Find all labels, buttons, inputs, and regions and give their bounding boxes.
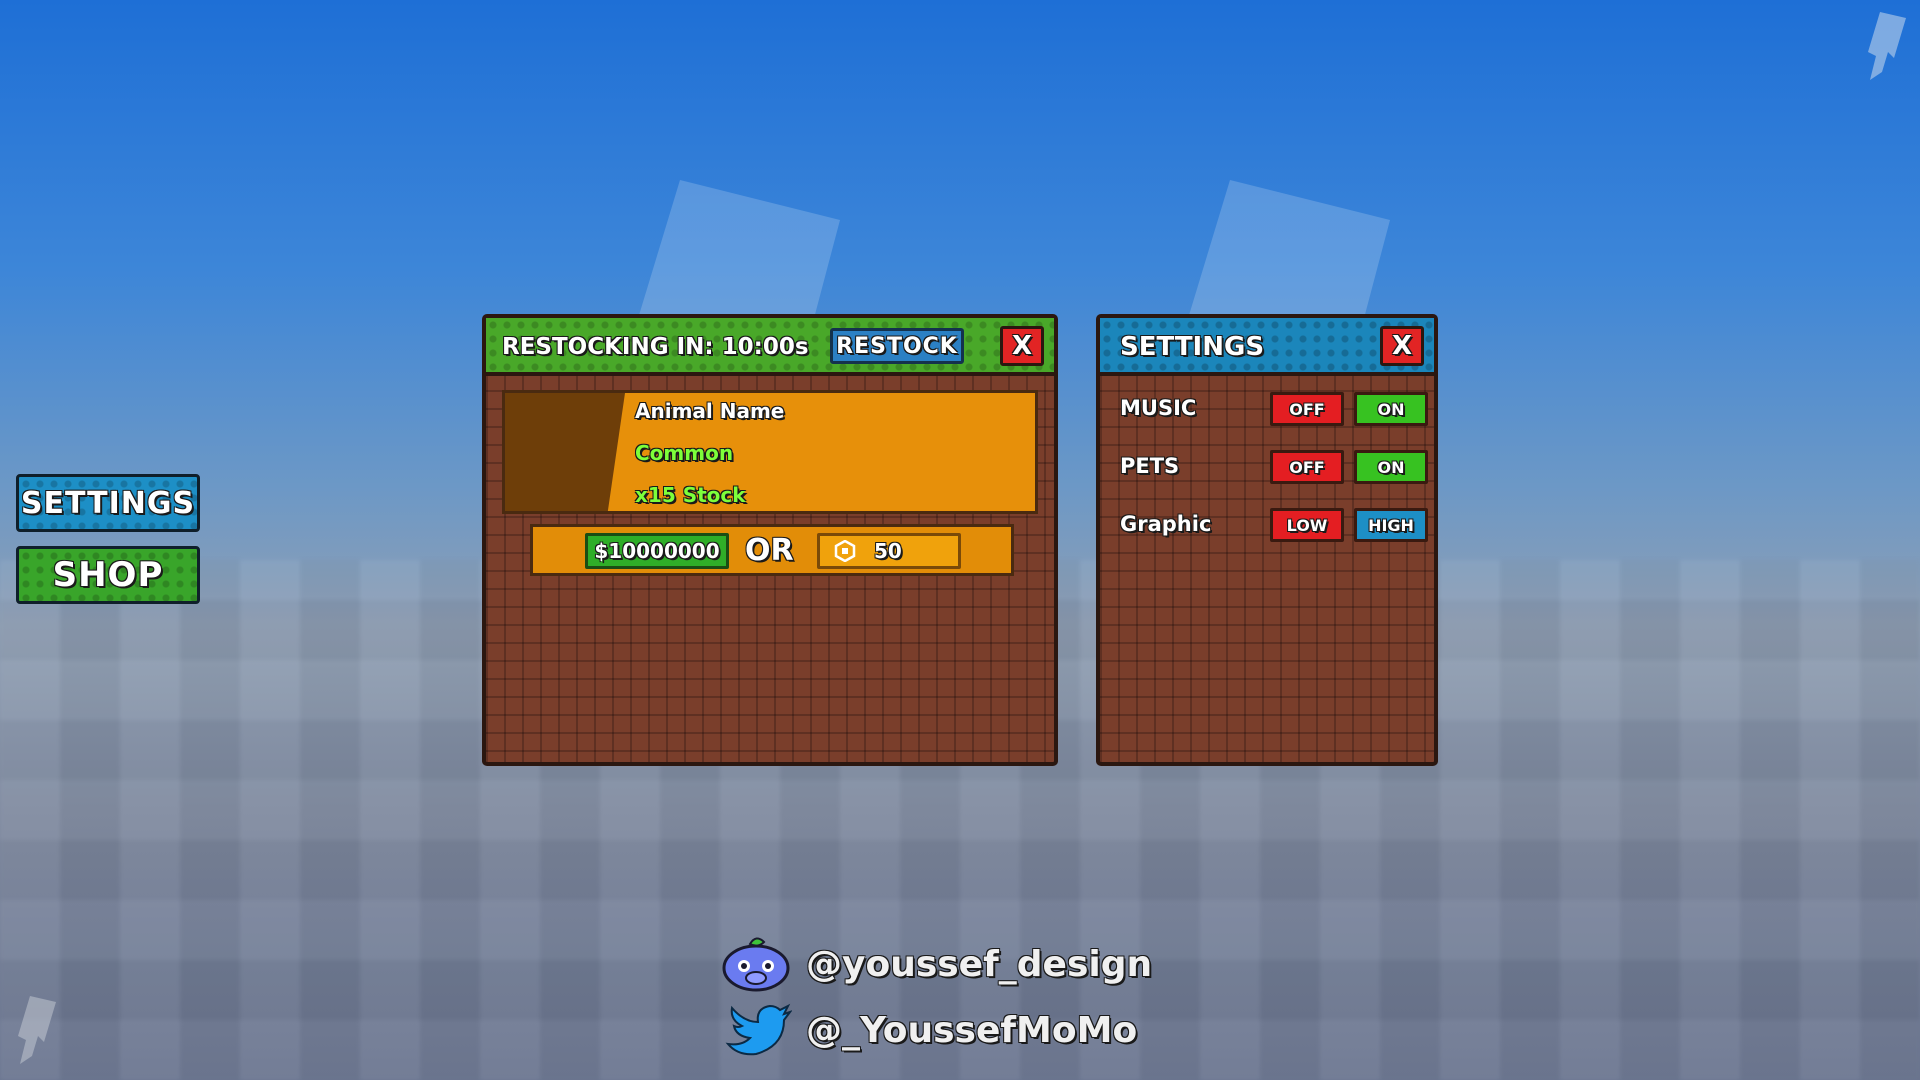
shop-menu-button[interactable]: SHOP xyxy=(16,546,200,604)
buy-with-cash-button[interactable]: $10000000 xyxy=(585,533,729,569)
or-label: OR xyxy=(745,533,794,568)
close-icon: X xyxy=(1391,331,1413,361)
robux-icon xyxy=(834,540,856,562)
robux-price: 50 xyxy=(874,539,902,563)
settings-menu-button[interactable]: SETTINGS xyxy=(16,474,200,532)
graphic-high-button[interactable]: HIGH xyxy=(1354,508,1428,542)
graphic-high-label: HIGH xyxy=(1368,515,1414,535)
pets-off-label: OFF xyxy=(1289,457,1325,477)
music-off-label: OFF xyxy=(1289,399,1325,419)
shop-panel: RESTOCKING IN: 10:00s RESTOCK X Animal N… xyxy=(482,314,1058,766)
graphic-setting-row: Graphic LOW HIGH xyxy=(1112,504,1428,548)
graphic-label: Graphic xyxy=(1120,512,1212,536)
discord-handle: @youssef_design xyxy=(806,943,1153,985)
pets-on-button[interactable]: ON xyxy=(1354,450,1428,484)
graphic-low-button[interactable]: LOW xyxy=(1270,508,1344,542)
discord-credit: @youssef_design xyxy=(720,934,1152,994)
shop-header: RESTOCKING IN: 10:00s RESTOCK X xyxy=(486,318,1054,376)
twitter-bird-icon xyxy=(725,1003,792,1056)
settings-close-button[interactable]: X xyxy=(1380,326,1424,366)
music-on-button[interactable]: ON xyxy=(1354,392,1428,426)
settings-panel: SETTINGS X MUSIC OFF ON PETS OFF ON Grap… xyxy=(1096,314,1438,766)
buy-with-robux-button[interactable]: 50 xyxy=(817,533,961,569)
corner-logo-icon xyxy=(1868,12,1906,80)
discord-icon xyxy=(722,937,790,992)
twitter-handle: @_YoussefMoMo xyxy=(806,1009,1138,1051)
animal-image-placeholder xyxy=(505,393,625,511)
music-label: MUSIC xyxy=(1120,396,1197,420)
music-on-label: ON xyxy=(1377,399,1405,419)
twitter-credit: @_YoussefMoMo xyxy=(720,1000,1137,1060)
shop-close-button[interactable]: X xyxy=(1000,326,1044,366)
corner-logo-icon xyxy=(18,996,56,1064)
settings-title: SETTINGS xyxy=(1120,332,1265,362)
graphic-low-label: LOW xyxy=(1286,515,1328,535)
pets-on-label: ON xyxy=(1377,457,1405,477)
animal-rarity: Common xyxy=(635,441,734,465)
music-setting-row: MUSIC OFF ON xyxy=(1112,388,1428,432)
restock-button-label: RESTOCK xyxy=(836,333,958,359)
cash-price: $10000000 xyxy=(594,539,720,563)
restock-button[interactable]: RESTOCK xyxy=(830,328,964,364)
price-bar: $10000000 OR 50 xyxy=(530,524,1014,576)
pets-label: PETS xyxy=(1120,454,1180,478)
shop-menu-label: SHOP xyxy=(52,555,164,595)
animal-stock: x15 Stock xyxy=(635,483,746,507)
restock-timer: RESTOCKING IN: 10:00s xyxy=(502,334,809,360)
close-icon: X xyxy=(1011,331,1033,361)
settings-header: SETTINGS X xyxy=(1100,318,1434,376)
music-off-button[interactable]: OFF xyxy=(1270,392,1344,426)
shop-item-card[interactable]: Animal Name Common x15 Stock xyxy=(502,390,1038,514)
animal-name: Animal Name xyxy=(635,399,785,423)
settings-menu-label: SETTINGS xyxy=(20,485,196,521)
pets-off-button[interactable]: OFF xyxy=(1270,450,1344,484)
pets-setting-row: PETS OFF ON xyxy=(1112,446,1428,490)
